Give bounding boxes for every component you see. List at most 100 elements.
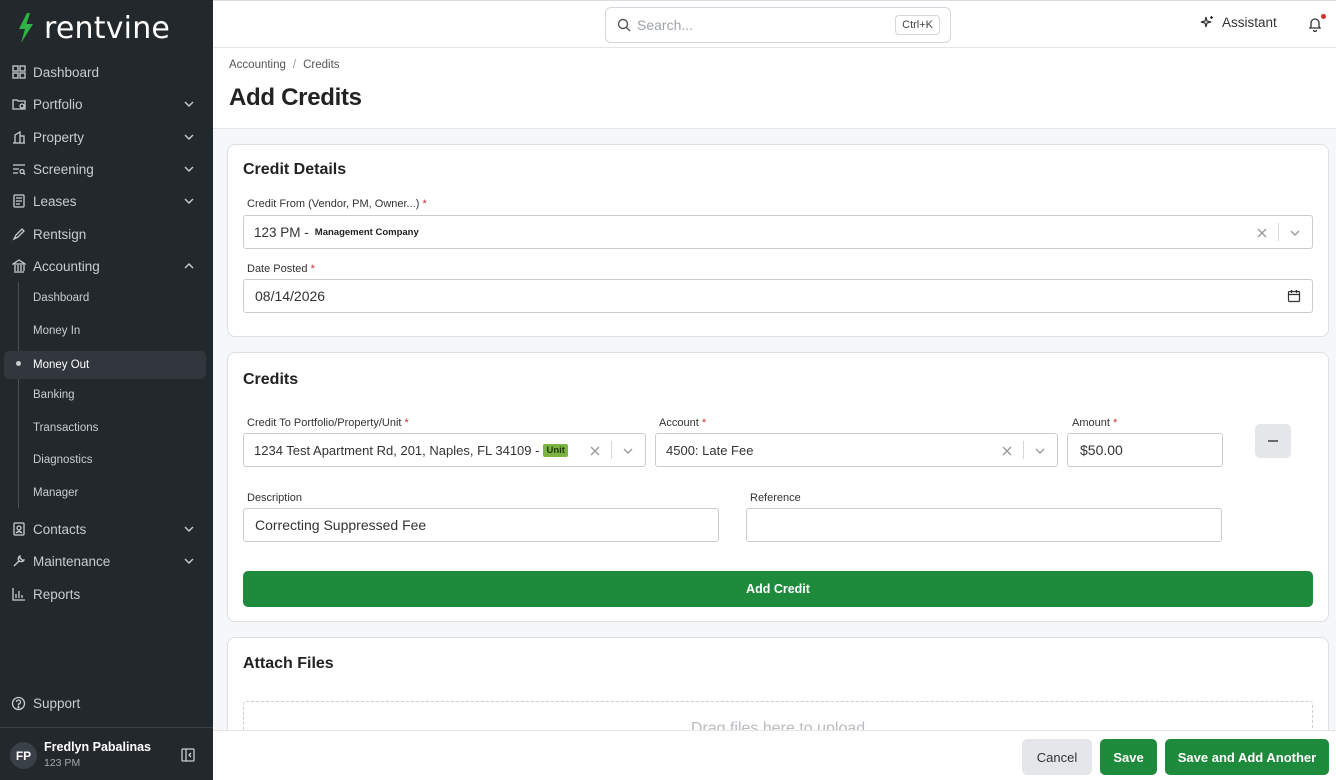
- leases-icon: [11, 194, 26, 209]
- sidebar-item-leases[interactable]: Leases: [0, 185, 213, 217]
- unit-badge: Unit: [543, 443, 568, 457]
- calendar-icon[interactable]: [1287, 289, 1301, 303]
- support-link[interactable]: Support: [11, 691, 80, 715]
- sidebar-item-dashboard[interactable]: Dashboard: [0, 56, 213, 88]
- select-divider: [1278, 223, 1279, 241]
- chevron-down-icon[interactable]: [622, 445, 634, 457]
- sidebar-item-label: Leases: [33, 193, 77, 209]
- chevron-down-icon: [184, 558, 194, 564]
- sub-item-money-out[interactable]: Money Out: [33, 353, 89, 377]
- sidebar-item-label: Maintenance: [33, 553, 111, 569]
- breadcrumb-credits: Credits: [303, 59, 340, 71]
- sidebar-item-property[interactable]: Property: [0, 121, 213, 153]
- active-dot: [16, 361, 21, 366]
- sidebar-item-reports[interactable]: Reports: [0, 578, 213, 610]
- amount-value: $50.00: [1080, 442, 1123, 458]
- description-label: Description: [247, 492, 303, 504]
- account-select[interactable]: 4500: Late Fee: [655, 433, 1058, 467]
- page-title: Add Credits: [229, 84, 362, 111]
- chevron-down-icon[interactable]: [1034, 445, 1046, 457]
- property-icon: [11, 130, 26, 145]
- credit-from-select[interactable]: 123 PM - Management Company: [243, 215, 1313, 249]
- credit-to-select[interactable]: 1234 Test Apartment Rd, 201, Naples, FL …: [243, 433, 646, 467]
- notification-dot: [1321, 14, 1326, 19]
- required-mark: *: [422, 198, 427, 210]
- minus-icon: [1268, 440, 1278, 442]
- dashboard-icon: [11, 65, 26, 80]
- sidebar-item-rentsign[interactable]: Rentsign: [0, 218, 213, 250]
- assistant-button[interactable]: Assistant: [1200, 15, 1277, 30]
- sidebar-item-label: Property: [33, 129, 85, 145]
- credit-from-label: Credit From (Vendor, PM, Owner...) *: [247, 198, 427, 210]
- amount-label-text: Amount: [1072, 417, 1110, 429]
- file-dropzone[interactable]: Drag files here to upload: [243, 701, 1313, 730]
- cancel-button[interactable]: Cancel: [1022, 739, 1092, 775]
- breadcrumb-separator: /: [292, 59, 297, 71]
- clear-icon[interactable]: [1001, 445, 1013, 457]
- required-mark: *: [701, 417, 707, 429]
- maintenance-icon: [11, 554, 26, 569]
- search-input[interactable]: [637, 17, 877, 33]
- sidebar-item-label: Reports: [33, 586, 81, 602]
- attach-files-card: Attach Files Drag files here to upload: [227, 637, 1329, 730]
- reports-icon: [11, 587, 26, 602]
- screening-icon: [11, 162, 26, 177]
- form-footer: Cancel Save Save and Add Another: [213, 730, 1336, 780]
- amount-label: Amount *: [1072, 417, 1117, 429]
- date-posted-input[interactable]: 08/14/2026: [243, 279, 1313, 313]
- dropzone-text: Drag files here to upload: [690, 720, 866, 730]
- user-profile[interactable]: FP Fredlyn Pabalinas 123 PM: [0, 727, 213, 780]
- breadcrumb: Accounting / Credits: [229, 59, 340, 71]
- global-search[interactable]: Ctrl+K: [605, 7, 951, 43]
- description-input[interactable]: Correcting Suppressed Fee: [243, 508, 719, 542]
- sidebar-item-contacts[interactable]: Contacts: [0, 513, 213, 545]
- reference-input[interactable]: [746, 508, 1222, 542]
- remove-line-button[interactable]: [1255, 424, 1291, 458]
- breadcrumb-accounting[interactable]: Accounting: [229, 59, 286, 71]
- account-label: Account *: [659, 417, 706, 429]
- sub-item-money-in[interactable]: Money In: [33, 319, 80, 343]
- select-divider: [1023, 441, 1024, 459]
- chevron-down-icon[interactable]: [1289, 227, 1301, 239]
- brand-logo[interactable]: rentvine: [14, 10, 171, 46]
- attach-files-title: Attach Files: [243, 655, 334, 672]
- reference-label: Reference: [750, 492, 801, 504]
- save-button[interactable]: Save: [1100, 739, 1157, 775]
- search-shortcut: Ctrl+K: [895, 15, 940, 35]
- sidebar-item-maintenance[interactable]: Maintenance: [0, 545, 213, 577]
- clear-icon[interactable]: [1256, 227, 1268, 239]
- brand-name: rentvine: [44, 10, 171, 46]
- add-credit-button[interactable]: Add Credit: [243, 571, 1313, 607]
- search-icon: [617, 18, 631, 32]
- main-content: Credit Details Credit From (Vendor, PM, …: [213, 129, 1336, 730]
- sub-item-transactions[interactable]: Transactions: [33, 416, 98, 440]
- submenu-line: [18, 282, 19, 508]
- chevron-down-icon: [184, 526, 194, 532]
- sub-item-diagnostics[interactable]: Diagnostics: [33, 448, 92, 472]
- chevron-down-icon: [184, 198, 194, 204]
- credit-to-label-text: Credit To Portfolio/Property/Unit: [247, 417, 402, 429]
- top-bar: Ctrl+K Assistant: [213, 0, 1336, 48]
- sub-item-banking[interactable]: Banking: [33, 383, 75, 407]
- contacts-icon: [11, 522, 26, 537]
- portfolio-icon: [11, 97, 26, 112]
- save-and-add-another-button[interactable]: Save and Add Another: [1165, 739, 1329, 775]
- sidebar-item-screening[interactable]: Screening: [0, 153, 213, 185]
- sidebar-item-accounting[interactable]: Accounting: [0, 250, 213, 282]
- credit-from-label-text: Credit From (Vendor, PM, Owner...): [247, 198, 420, 210]
- chevron-down-icon: [184, 166, 194, 172]
- amount-input[interactable]: $50.00: [1067, 433, 1223, 467]
- credit-from-value: 123 PM -: [254, 224, 309, 240]
- sidebar-item-portfolio[interactable]: Portfolio: [0, 88, 213, 120]
- collapse-sidebar-icon[interactable]: [181, 748, 195, 762]
- sidebar-item-label: Contacts: [33, 521, 87, 537]
- credit-from-type: Management Company: [314, 226, 419, 238]
- help-icon: [11, 696, 26, 711]
- sub-item-manager[interactable]: Manager: [33, 481, 78, 505]
- user-company: 123 PM: [44, 757, 81, 769]
- sub-item-dashboard[interactable]: Dashboard: [33, 286, 89, 310]
- sparkle-icon: [1200, 16, 1213, 28]
- sidebar-item-label: Accounting: [33, 258, 100, 274]
- avatar: FP: [10, 742, 37, 769]
- clear-icon[interactable]: [589, 445, 601, 457]
